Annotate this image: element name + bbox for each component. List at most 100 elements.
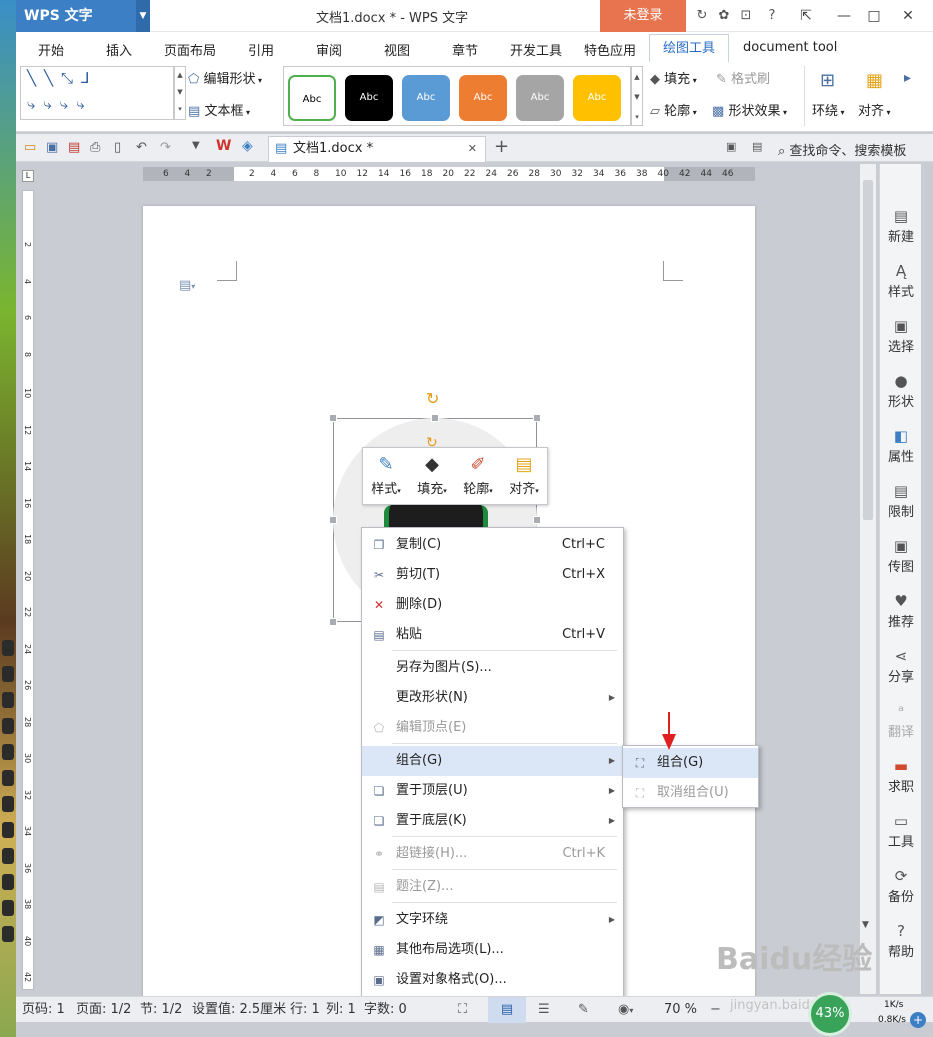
- sidebar-shape[interactable]: ● 形状: [880, 371, 922, 410]
- maximize-button[interactable]: □: [864, 6, 884, 26]
- scrollbar-thumb[interactable]: [863, 180, 873, 520]
- new-tab-icon[interactable]: +: [494, 136, 509, 157]
- style-gray[interactable]: Abc: [516, 75, 564, 121]
- ruler-tab-selector[interactable]: L: [22, 170, 34, 182]
- minimize-button[interactable]: —: [834, 6, 854, 26]
- search-commands[interactable]: ⌕ 查找命令、搜索模板: [778, 140, 906, 159]
- tab-review[interactable]: 审阅: [316, 40, 342, 59]
- format-painter-button[interactable]: ✎ 格式刷: [716, 68, 770, 87]
- tab-references[interactable]: 引用: [248, 40, 274, 59]
- context-menu-item[interactable]: ❐ 复制(C) Ctrl+C: [362, 530, 623, 560]
- context-menu-item[interactable]: ▤ 粘贴 Ctrl+V: [362, 620, 623, 650]
- mini-align-button[interactable]: ▤ 对齐▾: [501, 452, 547, 497]
- add-widget-icon[interactable]: +: [910, 1012, 926, 1028]
- open-icon[interactable]: ▭: [24, 140, 36, 155]
- line-shapes-gallery[interactable]: ╲╲⤡⅃ ⤷⤷⤷⤷: [20, 66, 174, 120]
- tab-insert[interactable]: 插入: [106, 40, 132, 59]
- wps-home-icon[interactable]: W: [216, 138, 231, 154]
- context-menu-item[interactable]: ✕ 删除(D): [362, 590, 623, 620]
- export-pdf-icon[interactable]: ▤: [68, 140, 80, 155]
- print-preview-icon[interactable]: ▯: [114, 140, 121, 155]
- sidebar-translate[interactable]: ᵃ 翻译: [880, 701, 922, 740]
- tab-page-layout[interactable]: 页面布局: [164, 40, 216, 59]
- sidebar-style[interactable]: Ą 样式: [880, 261, 922, 300]
- fill-button[interactable]: ◆ 填充 ▾: [650, 68, 697, 87]
- sidebar-new[interactable]: ▤ 新建: [880, 206, 922, 245]
- mini-fill-button[interactable]: ◆ 填充▾: [409, 452, 455, 497]
- context-menu-item[interactable]: ✂ 剪切(T) Ctrl+X: [362, 560, 623, 590]
- line-shape-icons[interactable]: ╲╲⤡⅃: [27, 69, 97, 87]
- sidebar-help[interactable]: ? 帮助: [880, 921, 922, 960]
- group-menu-item[interactable]: ⛶ 组合(G): [623, 748, 758, 778]
- undo-icon[interactable]: ↶: [136, 140, 147, 155]
- paragraph-options-icon[interactable]: ▤▾: [179, 278, 195, 293]
- edit-shape-button[interactable]: ⬠ 编辑形状 ▾: [188, 68, 262, 87]
- print-icon[interactable]: ⎙: [90, 140, 100, 155]
- zoom-out-icon[interactable]: −: [710, 997, 721, 1023]
- sidebar-share[interactable]: ⋖ 分享: [880, 646, 922, 685]
- redo-icon[interactable]: ↷: [160, 140, 171, 155]
- outline-view-icon[interactable]: ☰: [538, 997, 550, 1023]
- page-view-icon[interactable]: ▤: [488, 997, 526, 1023]
- tab-start[interactable]: 开始: [38, 40, 64, 59]
- tab-developer[interactable]: 开发工具: [510, 40, 562, 59]
- tab-special[interactable]: 特色应用: [584, 40, 636, 59]
- skin-mode-icon[interactable]: ▤: [752, 140, 762, 153]
- sidebar-select[interactable]: ▣ 选择: [880, 316, 922, 355]
- context-menu-item[interactable]: 更改形状(N) ▶: [362, 683, 623, 713]
- qat-dropdown-icon[interactable]: ▼: [192, 140, 200, 151]
- style-gallery-scroll[interactable]: ▲ ▼ ▾: [631, 66, 643, 126]
- outline-button[interactable]: ▱ 轮廓 ▾: [650, 100, 697, 119]
- help-icon[interactable]: ?: [764, 8, 780, 24]
- restore-ribbon-icon[interactable]: ⇱: [796, 6, 816, 26]
- sidebar-properties[interactable]: ◧ 属性: [880, 426, 922, 465]
- gallery-scroll[interactable]: ▲ ▼ ▾: [174, 66, 186, 120]
- web-view-icon[interactable]: ✎: [578, 997, 589, 1023]
- sidebar-backup[interactable]: ⟳ 备份: [880, 866, 922, 905]
- logo-dropdown-icon[interactable]: ▼: [136, 0, 150, 32]
- sidebar-recommend[interactable]: ♥ 推荐: [880, 591, 922, 630]
- shape-effect-button[interactable]: ▩ 形状效果 ▾: [712, 100, 787, 119]
- context-menu-item[interactable]: ▦ 其他布局选项(L)...: [362, 935, 623, 965]
- tab-document-tool[interactable]: document tool: [743, 40, 837, 55]
- scroll-down-icon[interactable]: ▼: [862, 920, 869, 930]
- tab-drawing-tools[interactable]: 绘图工具: [649, 34, 729, 62]
- more-ribbon-icon[interactable]: ▸: [904, 70, 911, 86]
- text-box-button[interactable]: ▤ 文本框 ▾: [188, 100, 250, 119]
- sidebar-tools[interactable]: ▭ 工具: [880, 811, 922, 850]
- connector-shape-icons[interactable]: ⤷⤷⤷⤷: [27, 95, 93, 113]
- context-menu-item[interactable]: ◩ 文字环绕 ▶: [362, 905, 623, 935]
- context-menu-item[interactable]: 另存为图片(S)...: [362, 653, 623, 683]
- style-black[interactable]: Abc: [345, 75, 393, 121]
- dark-shape[interactable]: [384, 505, 488, 529]
- context-menu-item[interactable]: 组合(G) ▶: [362, 746, 623, 776]
- mini-style-button[interactable]: ✎ 样式▾: [363, 452, 409, 497]
- close-tab-icon[interactable]: ✕: [468, 137, 477, 161]
- skin-icon[interactable]: ↻: [694, 8, 710, 24]
- mini-outline-button[interactable]: ✐ 轮廓▾: [455, 452, 501, 497]
- fullscreen-icon[interactable]: ⛶: [458, 997, 467, 1023]
- status-word-count[interactable]: 字数: 0: [364, 997, 407, 1023]
- style-orange[interactable]: Abc: [459, 75, 507, 121]
- context-menu-item[interactable]: ❏ 置于顶层(U) ▶: [362, 776, 623, 806]
- style-blue[interactable]: Abc: [402, 75, 450, 121]
- tab-view[interactable]: 视图: [384, 40, 410, 59]
- feedback-icon[interactable]: ▣: [726, 140, 736, 153]
- settings-icon[interactable]: ✿: [716, 8, 732, 24]
- style-gold[interactable]: Abc: [573, 75, 621, 121]
- sidebar-restrict[interactable]: ▤ 限制: [880, 481, 922, 520]
- style-white[interactable]: Abc: [288, 75, 336, 121]
- eye-protect-icon[interactable]: ◉▾: [618, 997, 633, 1024]
- wps-logo-menu[interactable]: WPS 文字: [16, 0, 136, 32]
- speed-percent[interactable]: 43%: [808, 992, 852, 1036]
- login-button[interactable]: 未登录: [600, 0, 686, 32]
- zoom-level[interactable]: 70 %: [664, 997, 697, 1023]
- rotate-handle-icon[interactable]: ↻: [426, 389, 439, 408]
- close-button[interactable]: ✕: [898, 6, 918, 26]
- tab-chapter[interactable]: 章节: [452, 40, 478, 59]
- sidebar-job[interactable]: ▬ 求职: [880, 756, 922, 795]
- context-menu-item[interactable]: ▣ 设置对象格式(O)...: [362, 965, 623, 995]
- cube-icon[interactable]: ◈: [242, 138, 253, 154]
- sidebar-upload-image[interactable]: ▣ 传图: [880, 536, 922, 575]
- document-tab[interactable]: ▤ 文档1.docx * ✕: [268, 136, 486, 162]
